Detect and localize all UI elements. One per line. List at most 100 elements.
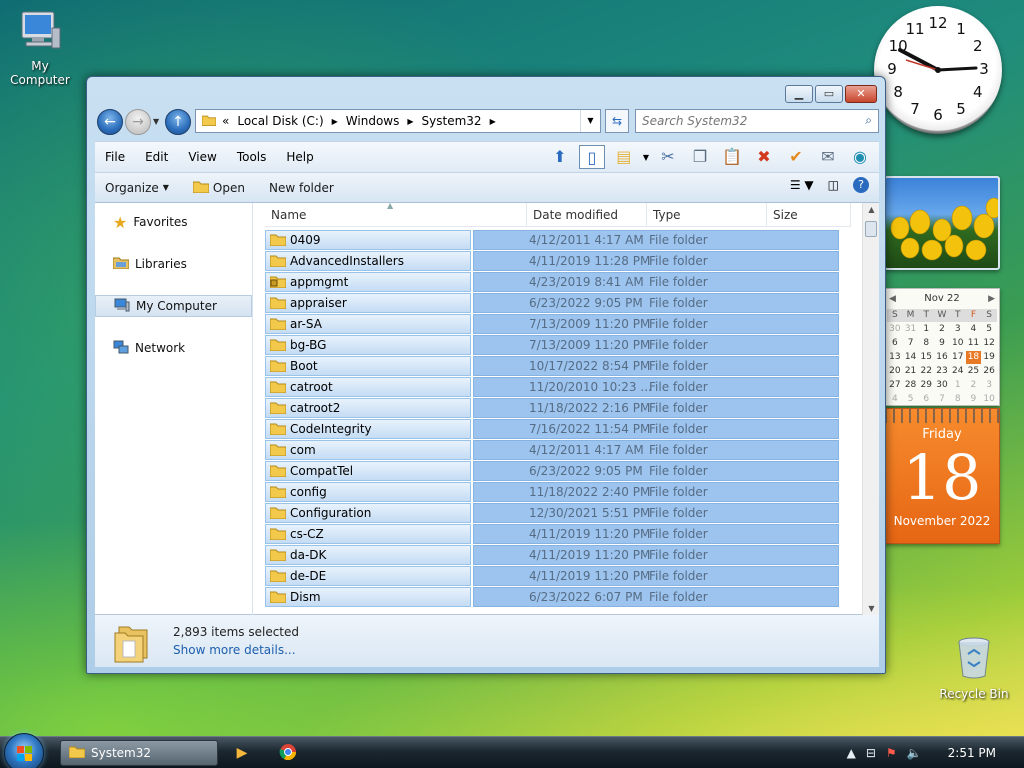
calendar-day[interactable]: 6 xyxy=(887,337,903,350)
history-dropdown-icon[interactable]: ▼ xyxy=(153,117,159,126)
table-row[interactable]: appmgmt 4/23/2019 8:41 AM File folder xyxy=(265,271,851,292)
table-row[interactable]: de-DE 4/11/2019 11:20 PM File folder xyxy=(265,565,851,586)
file-name-cell[interactable]: CompatTel xyxy=(265,460,471,481)
address-segment-system32[interactable]: System32 xyxy=(422,114,482,128)
file-name-cell[interactable]: cs-CZ xyxy=(265,523,471,544)
calendar-day[interactable]: 31 xyxy=(903,323,919,336)
calendar-day[interactable]: 24 xyxy=(950,365,966,378)
media-player-icon[interactable]: ▶ xyxy=(232,743,252,763)
calendar-gadget[interactable]: ◀ Nov 22 ▶ S M T W T F S 30 31 1 2 3 4 5 6 7 8 9 10 11 12 13 1… xyxy=(884,288,1000,406)
file-name-cell[interactable]: appmgmt xyxy=(265,271,471,292)
chrome-icon[interactable] xyxy=(278,743,298,763)
column-name[interactable]: Name xyxy=(265,202,527,227)
calendar-day[interactable]: 15 xyxy=(918,351,934,364)
slideshow-gadget[interactable] xyxy=(884,176,1000,270)
file-name-cell[interactable]: ar-SA xyxy=(265,313,471,334)
address-root[interactable]: « xyxy=(222,114,229,128)
file-name-cell[interactable]: Boot xyxy=(265,355,471,376)
address-segment-windows[interactable]: Windows xyxy=(346,114,400,128)
taskbar-explorer-button[interactable]: System32 xyxy=(60,740,218,766)
file-name-cell[interactable]: Configuration xyxy=(265,502,471,523)
table-row[interactable]: com 4/12/2011 4:17 AM File folder xyxy=(265,439,851,460)
calendar-day[interactable]: 4 xyxy=(966,323,982,336)
calendar-day[interactable]: 8 xyxy=(950,393,966,406)
desktop-recycle-bin[interactable]: Recycle Bin xyxy=(934,636,1014,701)
calendar-day[interactable]: 10 xyxy=(981,393,997,406)
scroll-up-icon[interactable]: ▲ xyxy=(863,205,880,214)
calendar-day[interactable]: 29 xyxy=(918,379,934,392)
open-button[interactable]: Open xyxy=(183,180,259,196)
start-button[interactable] xyxy=(4,733,44,768)
calendar-day[interactable]: 19 xyxy=(981,351,997,364)
calendar-day[interactable]: 3 xyxy=(950,323,966,336)
file-name-cell[interactable]: catroot xyxy=(265,376,471,397)
paste-icon[interactable]: 📋 xyxy=(719,145,745,169)
nav-libraries[interactable]: Libraries xyxy=(95,253,252,275)
table-row[interactable]: Configuration 12/30/2021 5:51 PM File fold… xyxy=(265,502,851,523)
calendar-day[interactable]: 16 xyxy=(934,351,950,364)
calendar-day[interactable]: 3 xyxy=(981,379,997,392)
file-name-cell[interactable]: de-DE xyxy=(265,565,471,586)
calendar-day[interactable]: 13 xyxy=(887,351,903,364)
calendar-day[interactable]: 27 xyxy=(887,379,903,392)
table-row[interactable]: config 11/18/2022 2:40 PM File folder xyxy=(265,481,851,502)
table-row[interactable]: CompatTel 6/23/2022 9:05 PM File folder xyxy=(265,460,851,481)
explorer-window[interactable]: ▁ ▭ ✕ ← → ▼ ↑ « Local Disk (C:) ▶ Window… xyxy=(86,76,886,674)
calendar-day[interactable]: 7 xyxy=(934,393,950,406)
chevron-right-icon[interactable]: ▶ xyxy=(332,117,338,126)
action-center-icon[interactable]: ⚑ xyxy=(886,746,897,760)
table-row[interactable]: ar-SA 7/13/2009 11:20 PM File folder xyxy=(265,313,851,334)
menu-view[interactable]: View xyxy=(178,150,226,164)
calendar-day[interactable]: 2 xyxy=(966,379,982,392)
copy-icon[interactable]: ❐ xyxy=(687,145,713,169)
menu-file[interactable]: File xyxy=(95,150,135,164)
calendar-day[interactable]: 1 xyxy=(950,379,966,392)
calendar-day[interactable]: 26 xyxy=(981,365,997,378)
table-row[interactable]: appraiser 6/23/2022 9:05 PM File folder xyxy=(265,292,851,313)
calendar-day-card[interactable]: Friday 18 November 2022 xyxy=(884,408,1000,544)
show-hidden-icons-icon[interactable]: ▲ xyxy=(847,746,856,760)
preview-pane-icon[interactable]: ◫ xyxy=(828,178,839,192)
show-more-details-link[interactable]: Show more details... xyxy=(173,643,296,657)
file-name-cell[interactable]: catroot2 xyxy=(265,397,471,418)
calendar-day[interactable]: 9 xyxy=(966,393,982,406)
clock-gadget[interactable]: 12 1 2 3 4 5 6 7 8 9 10 11 xyxy=(874,6,1002,134)
table-row[interactable]: Boot 10/17/2022 8:54 PM File folder xyxy=(265,355,851,376)
calendar-next-icon[interactable]: ▶ xyxy=(988,289,995,309)
delete-icon[interactable]: ✖ xyxy=(751,145,777,169)
calendar-day[interactable]: 2 xyxy=(934,323,950,336)
email-icon[interactable]: ✉ xyxy=(815,145,841,169)
table-row[interactable]: bg-BG 7/13/2009 11:20 PM File folder xyxy=(265,334,851,355)
calendar-day[interactable]: 25 xyxy=(966,365,982,378)
vertical-scrollbar[interactable]: ▲ ▼ xyxy=(862,203,879,615)
close-button[interactable]: ✕ xyxy=(845,85,877,103)
cut-icon[interactable]: ✂ xyxy=(655,145,681,169)
organize-button[interactable]: Organize ▼ xyxy=(95,181,183,195)
calendar-day[interactable]: 10 xyxy=(950,337,966,350)
maximize-button[interactable]: ▭ xyxy=(815,85,843,103)
menu-edit[interactable]: Edit xyxy=(135,150,178,164)
menu-help[interactable]: Help xyxy=(276,150,323,164)
address-segment-local-disk[interactable]: Local Disk (C:) xyxy=(237,114,323,128)
file-name-cell[interactable]: da-DK xyxy=(265,544,471,565)
address-bar[interactable]: « Local Disk (C:) ▶ Windows ▶ System32 ▶… xyxy=(195,109,601,133)
menu-tools[interactable]: Tools xyxy=(227,150,277,164)
table-row[interactable]: 0409 4/12/2011 4:17 AM File folder xyxy=(265,229,851,250)
calendar-day[interactable]: 30 xyxy=(934,379,950,392)
address-dropdown-icon[interactable]: ▼ xyxy=(580,110,600,132)
calendar-day[interactable]: 9 xyxy=(934,337,950,350)
panel-icon[interactable]: ▯ xyxy=(578,145,605,169)
view-options-icon[interactable]: ☰ ▼ xyxy=(790,178,814,192)
tray-clock[interactable]: 2:51 PM xyxy=(948,746,996,760)
calendar-day[interactable]: 22 xyxy=(918,365,934,378)
calendar-day[interactable]: 5 xyxy=(981,323,997,336)
file-name-cell[interactable]: com xyxy=(265,439,471,460)
column-date[interactable]: Date modified xyxy=(527,202,647,227)
volume-icon[interactable]: 🔈 xyxy=(907,746,922,760)
calendar-day[interactable]: 17 xyxy=(950,351,966,364)
calendar-day[interactable]: 5 xyxy=(903,393,919,406)
table-row[interactable]: catroot 11/20/2010 10:23 ... File folder xyxy=(265,376,851,397)
calendar-day[interactable]: 12 xyxy=(981,337,997,350)
search-icon[interactable]: ⌕ xyxy=(865,113,872,128)
refresh-button[interactable]: ⇆ xyxy=(605,109,629,133)
